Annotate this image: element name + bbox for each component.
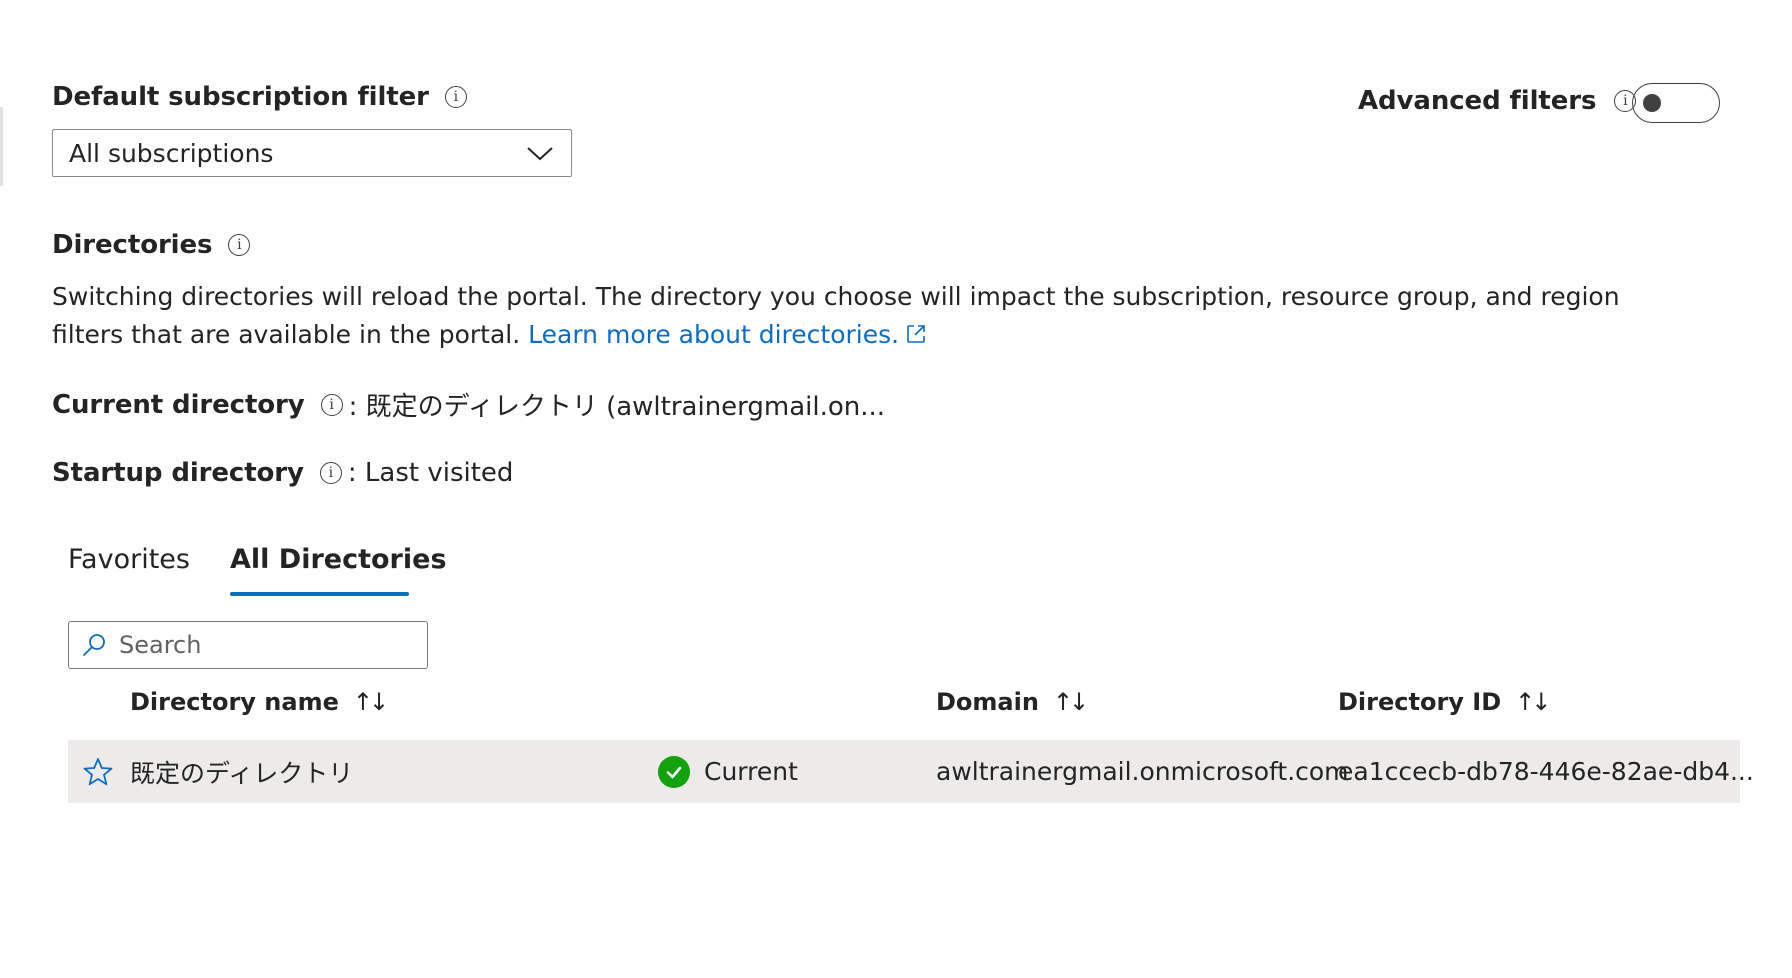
column-header-directory-name[interactable]: Directory name ↑↓ <box>130 688 389 716</box>
startup-directory-row: Startup directory i : Last visited <box>52 458 513 488</box>
column-header-label: Directory ID <box>1338 688 1502 716</box>
domain-cell: awltrainergmail.onmicrosoft.com <box>936 757 1349 786</box>
search-box[interactable] <box>68 621 428 669</box>
sort-icon[interactable]: ↑↓ <box>353 688 389 716</box>
subscription-filter-value: All subscriptions <box>69 138 274 168</box>
startup-directory-label: Startup directory <box>52 458 304 488</box>
info-icon[interactable]: i <box>319 462 342 484</box>
sort-icon[interactable]: ↑↓ <box>1515 688 1551 716</box>
current-directory-label: Current directory <box>52 389 305 420</box>
directory-status-cell: Current <box>658 740 798 803</box>
directory-settings-page: Default subscription filter i All subscr… <box>0 0 1792 978</box>
advanced-filters-heading: Advanced filters i <box>1358 86 1637 116</box>
search-input[interactable] <box>117 630 411 660</box>
current-directory-value: : 既定のディレクトリ (awltrainergmail.on... <box>348 392 886 422</box>
directory-id-cell: ea1ccecb-db78-446e-82ae-db4... <box>1338 757 1754 786</box>
directory-name-cell: 既定のディレクトリ <box>130 758 354 788</box>
info-icon[interactable]: i <box>444 86 467 108</box>
favorite-star-icon[interactable] <box>82 740 114 803</box>
advanced-filters-toggle[interactable] <box>1632 83 1720 123</box>
column-header-label: Domain <box>936 688 1039 716</box>
info-icon[interactable]: i <box>228 234 251 256</box>
directories-title: Directories <box>52 230 213 260</box>
directories-heading: Directories i <box>52 230 251 260</box>
learn-more-link-text: Learn more about directories. <box>528 320 900 349</box>
external-link-icon <box>907 325 925 343</box>
search-icon <box>83 634 105 656</box>
subscription-filter-dropdown[interactable]: All subscriptions <box>52 129 572 177</box>
toggle-knob <box>1643 94 1661 112</box>
sort-icon[interactable]: ↑↓ <box>1053 688 1089 716</box>
subscription-filter-label: Default subscription filter <box>52 82 429 112</box>
column-header-directory-id[interactable]: Directory ID ↑↓ <box>1338 688 1551 716</box>
table-row[interactable]: 既定のディレクトリ Current awltrainergmail.onmicr… <box>68 740 1754 803</box>
left-edge-divider <box>0 107 3 186</box>
chevron-down-icon <box>527 147 553 161</box>
tab-favorites[interactable]: Favorites <box>68 544 190 575</box>
active-tab-indicator <box>230 592 409 596</box>
startup-directory-value: : Last visited <box>347 458 514 488</box>
advanced-filters-label: Advanced filters <box>1358 86 1597 116</box>
column-header-domain[interactable]: Domain ↑↓ <box>936 688 1089 716</box>
tab-all-directories[interactable]: All Directories <box>230 544 447 575</box>
status-label: Current <box>704 757 798 786</box>
info-icon[interactable]: i <box>320 393 343 416</box>
column-header-label: Directory name <box>130 688 339 716</box>
current-directory-row: Current directory i : 既定のディレクトリ (awltrai… <box>52 386 885 423</box>
directories-description: Switching directories will reload the po… <box>52 278 1692 354</box>
subscription-filter-heading: Default subscription filter i <box>52 82 467 112</box>
check-circle-icon <box>658 755 690 788</box>
learn-more-link[interactable]: Learn more about directories. <box>528 320 927 349</box>
